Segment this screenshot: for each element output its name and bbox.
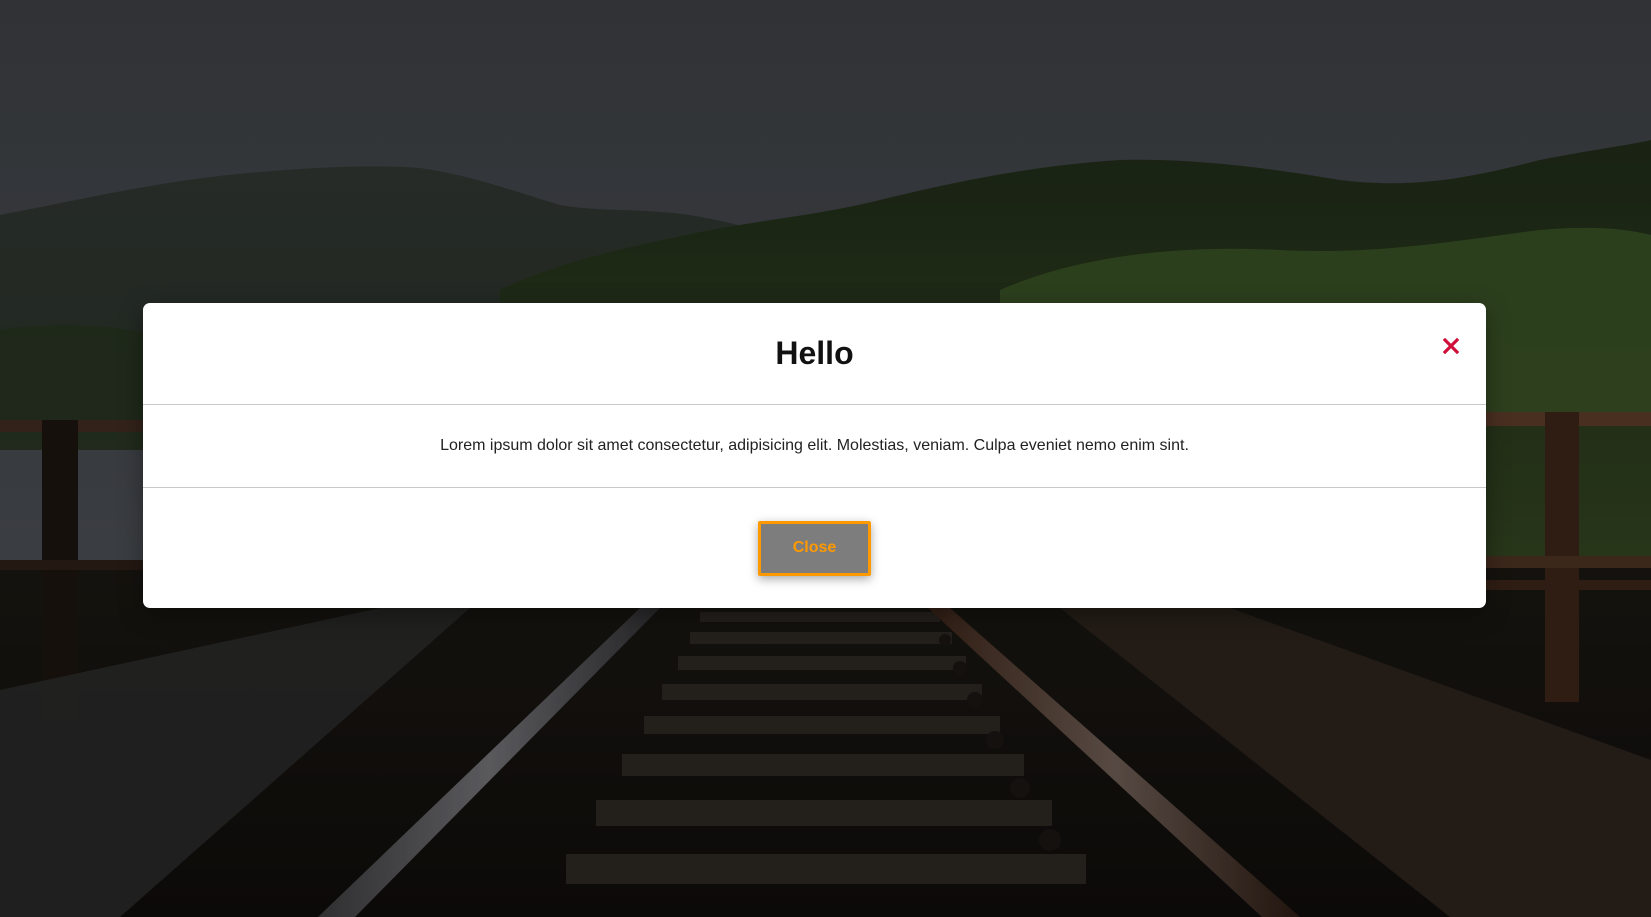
modal-footer: Close [143, 488, 1486, 608]
modal-title: Hello [775, 335, 854, 371]
close-button[interactable]: Close [758, 520, 871, 576]
modal-body: Lorem ipsum dolor sit amet consectetur, … [143, 405, 1486, 488]
close-x-icon[interactable] [1436, 331, 1466, 361]
modal-body-text: Lorem ipsum dolor sit amet consectetur, … [440, 437, 1189, 454]
modal-header: Hello [143, 303, 1486, 405]
modal-dialog: Hello Lorem ipsum dolor sit amet consect… [143, 303, 1486, 608]
page: Hello Lorem ipsum dolor sit amet consect… [0, 0, 1651, 917]
